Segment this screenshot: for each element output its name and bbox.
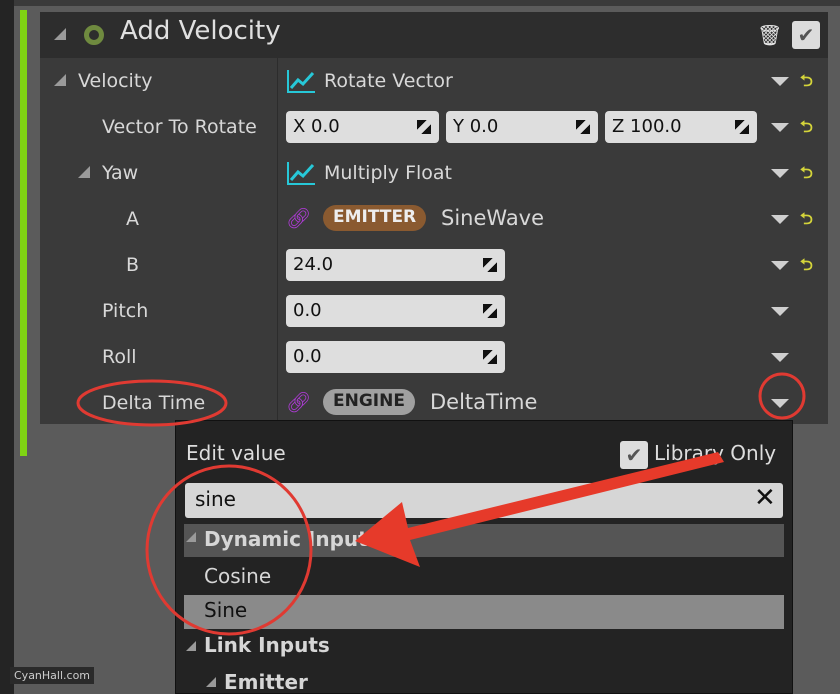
row-label-a: A	[126, 208, 139, 230]
drag-icon[interactable]	[576, 120, 590, 134]
module-enabled-icon[interactable]	[84, 25, 104, 45]
category-label: Dynamic Inputs	[204, 527, 380, 551]
dynamic-input-icon	[287, 162, 315, 185]
emitter-badge: EMITTER	[323, 205, 427, 231]
drag-icon[interactable]	[417, 120, 431, 134]
row-label-velocity: Velocity	[78, 70, 153, 92]
dropdown-arrow-icon[interactable]	[771, 169, 789, 178]
emitter-accent-bar	[20, 10, 27, 456]
dropdown-arrow-icon[interactable]	[771, 77, 789, 86]
reset-icon[interactable]: ⮌	[800, 208, 813, 235]
category-emitter[interactable]: Emitter	[204, 670, 804, 694]
b-value: 24.0	[293, 254, 334, 275]
expand-icon	[206, 677, 216, 687]
library-only-label: Library Only	[654, 441, 777, 465]
drag-icon[interactable]	[735, 120, 749, 134]
drag-icon[interactable]	[483, 258, 497, 272]
dropdown-arrow-icon[interactable]	[771, 261, 789, 270]
reset-icon[interactable]: ⮌	[800, 116, 813, 143]
link-icon: 🔗︎	[286, 206, 312, 230]
reset-icon[interactable]: ⮌	[800, 254, 813, 281]
search-value: sine	[195, 487, 236, 511]
drag-icon[interactable]	[483, 350, 497, 364]
popup-title: Edit value	[186, 441, 286, 465]
x-field[interactable]: X 0.0	[286, 111, 439, 143]
category-label: Emitter	[224, 670, 308, 694]
drag-icon[interactable]	[483, 304, 497, 318]
velocity-value[interactable]: Rotate Vector	[324, 70, 453, 92]
dynamic-input-icon	[287, 70, 315, 93]
dropdown-arrow-icon[interactable]	[771, 307, 789, 316]
trash-icon[interactable]: 🗑	[757, 23, 782, 47]
item-label: Sine	[204, 598, 248, 622]
link-icon: 🔗︎	[286, 390, 312, 414]
expand-icon	[186, 641, 196, 651]
reset-icon[interactable]: ⮌	[800, 162, 813, 189]
dropdown-arrow-icon[interactable]	[771, 353, 789, 362]
top-edge	[14, 0, 840, 6]
search-input[interactable]: sine	[185, 483, 783, 518]
item-sine[interactable]: Sine	[184, 595, 784, 629]
expand-yaw-icon[interactable]	[78, 166, 90, 178]
z-value: Z 100.0	[612, 116, 682, 137]
pitch-field[interactable]: 0.0	[286, 295, 505, 327]
z-field[interactable]: Z 100.0	[605, 111, 757, 143]
column-divider[interactable]	[277, 58, 278, 424]
category-dynamic-inputs[interactable]: Dynamic Inputs	[184, 524, 784, 557]
roll-value: 0.0	[293, 346, 322, 367]
module-title: Add Velocity	[120, 16, 281, 46]
collapse-triangle-icon[interactable]	[54, 28, 66, 40]
engine-badge: ENGINE	[323, 389, 415, 415]
reset-icon[interactable]: ⮌	[800, 70, 813, 97]
dropdown-arrow-icon[interactable]	[771, 123, 789, 132]
row-label-roll: Roll	[102, 346, 137, 368]
row-label-delta-time: Delta Time	[102, 392, 206, 414]
a-value[interactable]: SineWave	[441, 206, 544, 230]
row-label-b: B	[126, 254, 140, 276]
expand-velocity-icon[interactable]	[54, 74, 66, 86]
yaw-value[interactable]: Multiply Float	[324, 162, 452, 184]
row-label-pitch: Pitch	[102, 300, 149, 322]
pitch-value: 0.0	[293, 300, 322, 321]
row-label-yaw: Yaw	[102, 162, 139, 184]
library-only-checkbox[interactable]: ✔	[620, 441, 648, 469]
y-field[interactable]: Y 0.0	[446, 111, 598, 143]
category-link-inputs[interactable]: Link Inputs	[184, 633, 784, 657]
enable-checkbox[interactable]: ✔	[792, 21, 820, 49]
expand-icon	[186, 532, 196, 542]
item-cosine[interactable]: Cosine	[184, 561, 784, 594]
x-value: X 0.0	[293, 116, 340, 137]
item-label: Cosine	[204, 564, 272, 588]
category-label: Link Inputs	[204, 633, 330, 657]
clear-search-icon[interactable]: ✕	[754, 483, 776, 513]
watermark: CyanHall.com	[10, 667, 95, 684]
dropdown-arrow-icon[interactable]	[771, 215, 789, 224]
dropdown-arrow-icon[interactable]	[771, 399, 789, 408]
left-edge	[0, 0, 14, 694]
b-field[interactable]: 24.0	[286, 249, 505, 281]
row-label-vector-to-rotate: Vector To Rotate	[102, 116, 257, 138]
y-value: Y 0.0	[453, 116, 499, 137]
delta-time-value[interactable]: DeltaTime	[430, 390, 537, 414]
roll-field[interactable]: 0.0	[286, 341, 505, 373]
